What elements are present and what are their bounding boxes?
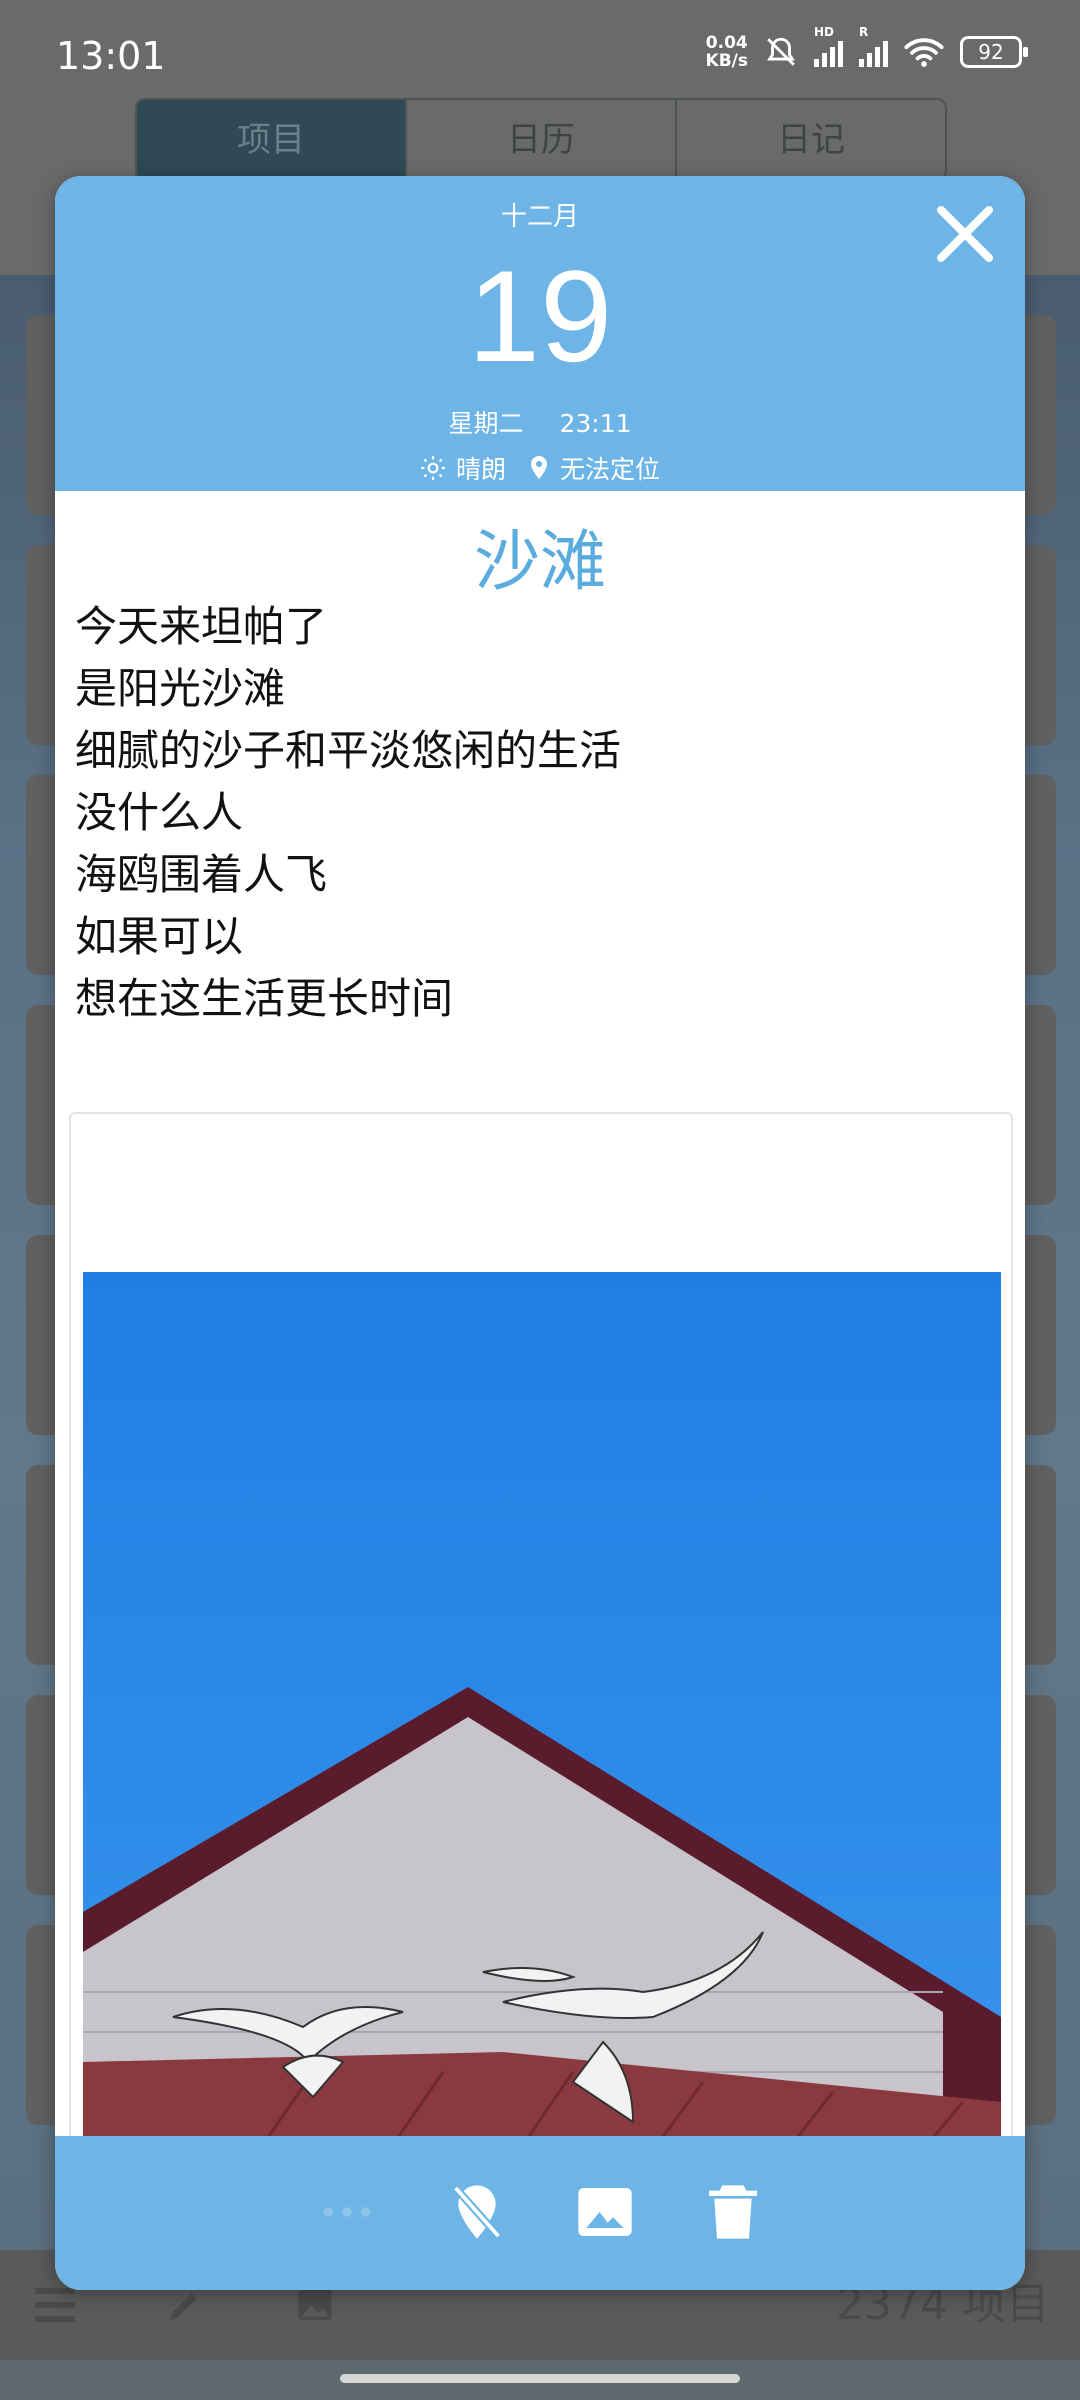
wifi-icon [904,38,944,67]
location-off-icon[interactable] [445,2180,509,2244]
entry-datetime: 星期二 23:11 [55,404,1025,440]
location-label: 无法定位 [560,455,661,484]
battery-icon: 92 [960,36,1028,68]
entry-dialog: 十二月 19 星期二 23:11 晴朗 无法定位 沙滩 今天来坦帕了 是阳光沙滩… [55,176,1025,2290]
body-line: 想在这生活更长时间 [75,974,454,1023]
entry-month: 十二月 [500,202,579,232]
entry-meta: 晴朗 无法定位 [55,450,1025,486]
photo-seagulls-roof [83,1272,1001,2232]
entry-photo[interactable] [83,1272,1001,2232]
body-line: 今天来坦帕了 [75,602,328,651]
body-line: 如果可以 [75,912,244,961]
photo-card[interactable] [69,1112,1013,2290]
sun-icon [421,456,445,480]
menu-icon[interactable] [30,2285,80,2325]
entry-title: 沙滩 [474,523,606,600]
body-line: 细腻的沙子和平淡悠闲的生活 [75,726,622,775]
close-icon[interactable] [933,202,997,266]
entry-toolbar [55,2136,1025,2290]
signal-sim2-icon: R [859,25,888,67]
body-line: 没什么人 [75,788,244,837]
bell-off-icon [767,37,795,66]
gallery-icon[interactable] [290,2285,340,2325]
body-line: 是阳光沙滩 [75,664,286,713]
network-speed: 0.04 KB/s [705,33,748,71]
entry-body: 今天来坦帕了 是阳光沙滩 细腻的沙子和平淡悠闲的生活 没什么人 海鸥围着人飞 如… [75,596,975,1030]
entry-time: 23:11 [559,409,632,438]
pencil-icon[interactable] [160,2285,210,2325]
entry-day: 19 [467,243,613,389]
tab-projects[interactable]: 项目 [137,100,407,180]
status-time: 13:01 [56,34,166,78]
more-dots-icon[interactable] [315,2180,379,2244]
entry-header: 十二月 19 星期二 23:11 晴朗 无法定位 [55,176,1025,491]
trash-icon[interactable] [701,2180,765,2244]
status-icons: 0.04 KB/s HD R 92 [705,25,1028,71]
weather-label: 晴朗 [455,455,506,484]
bg-tab-bar: 项目 日历 日记 [135,98,947,182]
entry-weekday: 星期二 [448,409,524,438]
tab-calendar[interactable]: 日历 [407,100,677,180]
status-bar: 13:01 0.04 KB/s HD R 92 项目 日历 日记 [0,0,1080,182]
gesture-handle[interactable] [340,2374,740,2383]
image-icon[interactable] [573,2180,637,2244]
tab-diary[interactable]: 日记 [677,100,945,180]
location-pin-icon [531,456,547,479]
body-line: 海鸥围着人飞 [75,850,328,899]
signal-sim1-icon: HD [814,25,843,67]
